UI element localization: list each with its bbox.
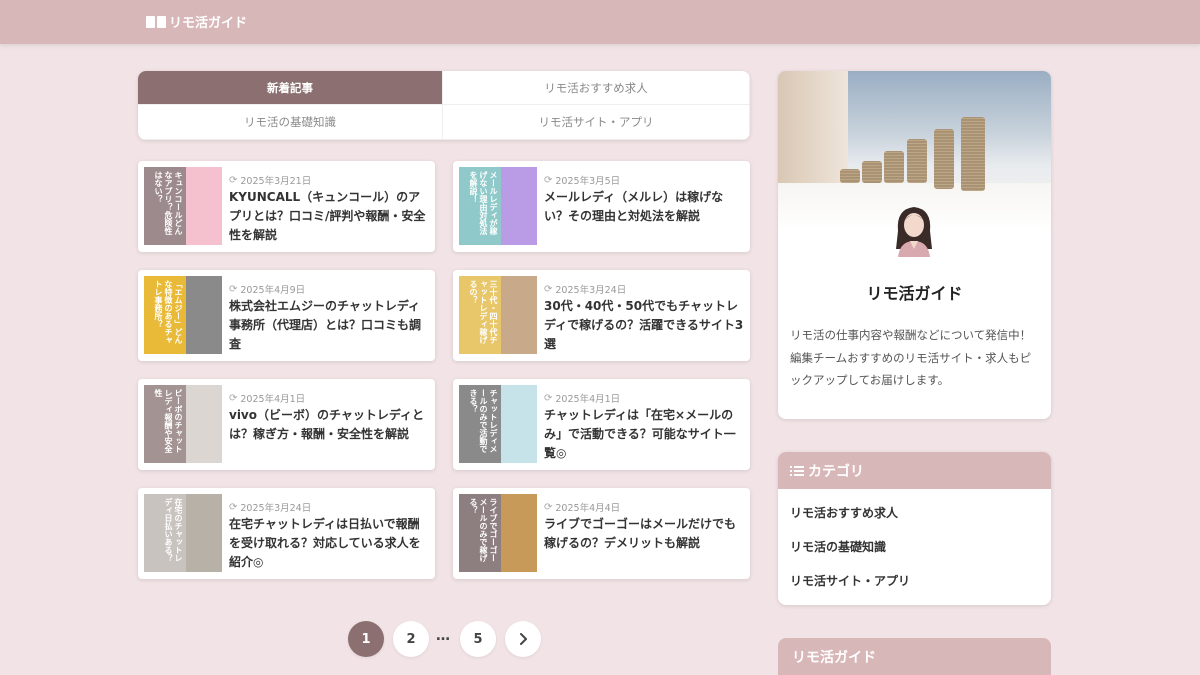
article-thumbnail[interactable]: キュンコールどんなアプリ？危険性はない？ bbox=[144, 167, 222, 245]
article-title[interactable]: 在宅チャットレディは日払いで報酬を受け取れる？対応している求人を紹介◎ bbox=[229, 515, 429, 572]
tab-sites-apps[interactable]: リモ活サイト・アプリ bbox=[443, 105, 750, 140]
article-thumbnail[interactable]: ビーボのチャットレディ報酬や安全性 bbox=[144, 385, 222, 463]
thumbnail-caption: チャットレディメールのみで活動できる？ bbox=[469, 389, 498, 453]
next-page-button[interactable] bbox=[505, 621, 541, 657]
article-card[interactable]: メールレディが稼げない理由対処法を解説！ ⟳ 2025年3月5日 メールレディ（メ… bbox=[453, 161, 750, 252]
article-card[interactable]: ビーボのチャットレディ報酬や安全性 ⟳ 2025年4月1日 vivo（ビーボ）のチ… bbox=[138, 379, 435, 470]
refresh-icon: ⟳ bbox=[229, 174, 238, 186]
logo-text: リモ活ガイド bbox=[169, 16, 248, 31]
article-date: ⟳ 2025年4月9日 bbox=[229, 283, 306, 297]
refresh-icon: ⟳ bbox=[544, 392, 553, 404]
thumbnail-caption: ライブでゴーゴーメールのみで稼げる？ bbox=[469, 498, 498, 562]
page-1-button[interactable]: 1 bbox=[348, 621, 384, 657]
category-item[interactable]: リモ活サイト・アプリ bbox=[790, 572, 910, 589]
refresh-icon: ⟳ bbox=[229, 283, 238, 295]
refresh-icon: ⟳ bbox=[544, 283, 553, 295]
article-thumbnail[interactable]: メールレディが稼げない理由対処法を解説！ bbox=[459, 167, 537, 245]
article-card[interactable]: 三十代・四十代チャットレディ稼げるの？ ⟳ 2025年3月24日 30代・40代・… bbox=[453, 270, 750, 361]
article-title[interactable]: 30代・40代・50代でもチャットレディで稼げるの？活躍できるサイト3選 bbox=[544, 297, 744, 354]
article-date: ⟳ 2025年3月24日 bbox=[544, 283, 627, 297]
author-avatar bbox=[896, 207, 932, 257]
category-heading: カテゴリ bbox=[778, 452, 1051, 489]
article-card[interactable]: 在宅のチャットレディ日払いある？ ⟳ 2025年3月24日 在宅チャットレディは日… bbox=[138, 488, 435, 579]
thumbnail-caption: キュンコールどんなアプリ？危険性はない？ bbox=[154, 171, 183, 235]
refresh-icon: ⟳ bbox=[229, 501, 238, 513]
refresh-icon: ⟳ bbox=[229, 392, 238, 404]
tab-new-articles[interactable]: 新着記事 bbox=[138, 71, 443, 105]
article-thumbnail[interactable]: 在宅のチャットレディ日払いある？ bbox=[144, 494, 222, 572]
article-title[interactable]: ライブでゴーゴーはメールだけでも稼げるの？デメリットも解説 bbox=[544, 515, 744, 553]
article-card[interactable]: キュンコールどんなアプリ？危険性はない？ ⟳ 2025年3月21日 KYUNCAL… bbox=[138, 161, 435, 252]
article-date: ⟳ 2025年4月1日 bbox=[544, 392, 621, 406]
article-thumbnail[interactable]: 三十代・四十代チャットレディ稼げるの？ bbox=[459, 276, 537, 354]
thumbnail-caption: 在宅のチャットレディ日払いある？ bbox=[164, 498, 183, 562]
article-title[interactable]: メールレディ（メルレ）は稼げない？その理由と対処法を解説 bbox=[544, 188, 744, 226]
book-icon bbox=[146, 15, 166, 29]
article-title[interactable]: チャットレディは「在宅×メールのみ」で活動できる？可能なサイト一覧◎ bbox=[544, 406, 744, 463]
category-item[interactable]: リモ活の基礎知識 bbox=[790, 538, 886, 555]
article-thumbnail[interactable]: ライブでゴーゴーメールのみで稼げる？ bbox=[459, 494, 537, 572]
article-date: ⟳ 2025年3月24日 bbox=[229, 501, 312, 515]
profile-widget: リモ活ガイド リモ活の仕事内容や報酬などについて発信中！編集チームおすすめのリモ… bbox=[778, 71, 1051, 419]
thumbnail-caption: メールレディが稼げない理由対処法を解説！ bbox=[469, 171, 498, 235]
article-date: ⟳ 2025年4月4日 bbox=[544, 501, 621, 515]
article-thumbnail[interactable]: 「エムジー」どんな特徴のあるチャトレ事務所？ bbox=[144, 276, 222, 354]
site-header: リモ活ガイド bbox=[0, 0, 1200, 44]
article-card[interactable]: チャットレディメールのみで活動できる？ ⟳ 2025年4月1日 チャットレディは「… bbox=[453, 379, 750, 470]
refresh-icon: ⟳ bbox=[544, 501, 553, 513]
refresh-icon: ⟳ bbox=[544, 174, 553, 186]
article-tabs: 新着記事 リモ活おすすめ求人 リモ活の基礎知識 リモ活サイト・アプリ bbox=[138, 71, 750, 140]
article-date: ⟳ 2025年4月1日 bbox=[229, 392, 306, 406]
site-logo[interactable]: リモ活ガイド bbox=[146, 12, 247, 31]
page-5-button[interactable]: 5 bbox=[460, 621, 496, 657]
category-item[interactable]: リモ活おすすめ求人 bbox=[790, 504, 898, 521]
tab-basics[interactable]: リモ活の基礎知識 bbox=[138, 105, 443, 140]
article-thumbnail[interactable]: チャットレディメールのみで活動できる？ bbox=[459, 385, 537, 463]
profile-description: リモ活の仕事内容や報酬などについて発信中！編集チームおすすめのリモ活サイト・求人… bbox=[790, 328, 1032, 387]
thumbnail-caption: 三十代・四十代チャットレディ稼げるの？ bbox=[469, 280, 498, 344]
profile-name: リモ活ガイド bbox=[866, 284, 963, 303]
category-widget: カテゴリ リモ活おすすめ求人 リモ活の基礎知識 リモ活サイト・アプリ bbox=[778, 452, 1051, 605]
article-title[interactable]: KYUNCALL（キュンコール）のアプリとは？口コミ/評判や報酬・安全性を解説 bbox=[229, 188, 429, 245]
pagination-ellipsis: … bbox=[436, 628, 450, 644]
article-title[interactable]: 株式会社エムジーのチャットレディ事務所（代理店）とは？口コミも調査 bbox=[229, 297, 429, 354]
tab-recommended-jobs[interactable]: リモ活おすすめ求人 bbox=[443, 71, 750, 105]
article-date: ⟳ 2025年3月5日 bbox=[544, 174, 621, 188]
page-2-button[interactable]: 2 bbox=[393, 621, 429, 657]
chevron-right-icon bbox=[520, 633, 527, 645]
article-date: ⟳ 2025年3月21日 bbox=[229, 174, 312, 188]
article-card[interactable]: 「エムジー」どんな特徴のあるチャトレ事務所？ ⟳ 2025年4月9日 株式会社エム… bbox=[138, 270, 435, 361]
thumbnail-caption: ビーボのチャットレディ報酬や安全性 bbox=[154, 389, 183, 453]
article-card[interactable]: ライブでゴーゴーメールのみで稼げる？ ⟳ 2025年4月4日 ライブでゴーゴーはメ… bbox=[453, 488, 750, 579]
list-icon bbox=[790, 465, 804, 476]
article-title[interactable]: vivo（ビーボ）のチャットレディとは？稼ぎ方・報酬・安全性を解説 bbox=[229, 406, 429, 444]
thumbnail-caption: 「エムジー」どんな特徴のあるチャトレ事務所？ bbox=[154, 280, 183, 344]
sidebar-widget-heading: リモ活ガイド bbox=[778, 638, 1051, 675]
